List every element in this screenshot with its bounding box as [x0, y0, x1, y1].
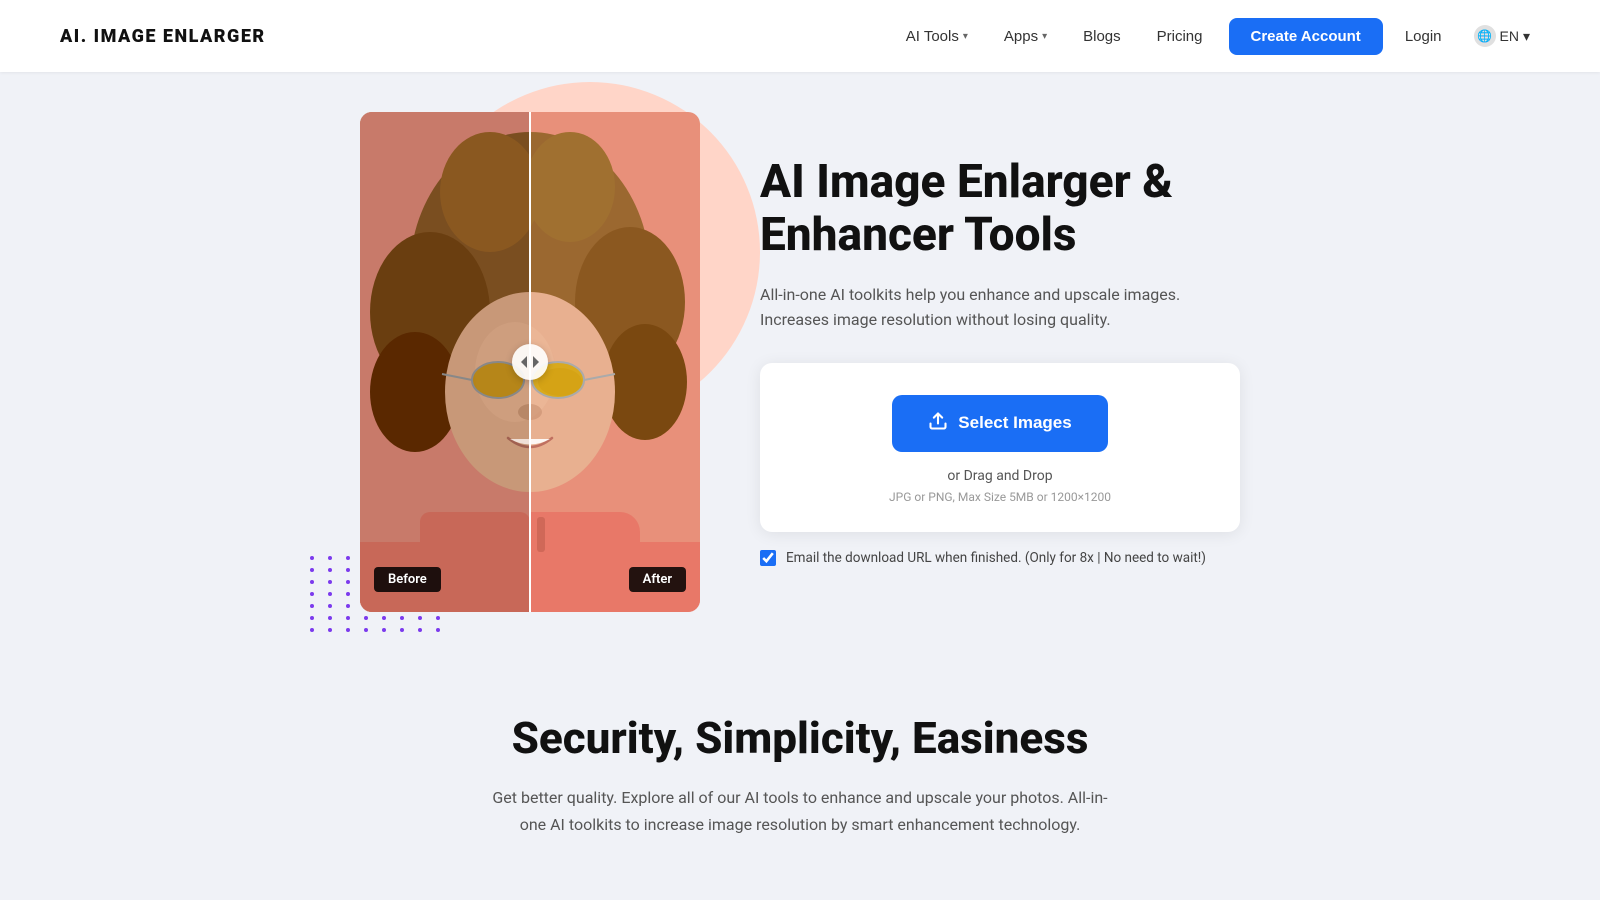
- comparison-handle[interactable]: [512, 344, 548, 380]
- ai-tools-label: AI Tools: [906, 28, 959, 45]
- after-label: After: [629, 567, 686, 592]
- hero-title: AI Image Enlarger & Enhancer Tools: [760, 156, 1240, 262]
- hero-text-content: AI Image Enlarger & Enhancer Tools All-i…: [760, 156, 1240, 568]
- login-button[interactable]: Login: [1391, 20, 1456, 53]
- upload-box: Select Images or Drag and Drop JPG or PN…: [760, 363, 1240, 532]
- blogs-label: Blogs: [1083, 28, 1121, 45]
- nav-pricing[interactable]: Pricing: [1143, 20, 1217, 53]
- image-comparison-wrapper: Before After: [360, 112, 700, 612]
- image-before: [360, 112, 530, 612]
- image-comparison: Before After: [360, 112, 700, 612]
- brand-logo: AI. IMAGE ENLARGER: [60, 26, 266, 47]
- nav-links: AI Tools ▾ Apps ▾ Blogs Pricing Create A…: [892, 18, 1540, 55]
- nav-apps[interactable]: Apps ▾: [990, 20, 1061, 53]
- features-title: Security, Simplicity, Easiness: [60, 712, 1540, 764]
- email-checkbox[interactable]: [760, 550, 776, 566]
- language-selector[interactable]: 🌐 EN ▾: [1464, 19, 1540, 53]
- create-account-button[interactable]: Create Account: [1229, 18, 1383, 55]
- navbar: AI. IMAGE ENLARGER AI Tools ▾ Apps ▾ Blo…: [0, 0, 1600, 72]
- apps-chevron: ▾: [1042, 31, 1047, 42]
- apps-label: Apps: [1004, 28, 1038, 45]
- ai-tools-chevron: ▾: [963, 31, 968, 42]
- globe-icon: 🌐: [1474, 25, 1496, 47]
- features-subtitle: Get better quality. Explore all of our A…: [480, 784, 1120, 838]
- hero-section: Before After AI Image Enlarger & Enhance…: [200, 72, 1400, 672]
- features-section: Security, Simplicity, Easiness Get bette…: [0, 672, 1600, 858]
- upload-icon: [928, 411, 948, 436]
- lang-code: EN: [1500, 28, 1519, 44]
- hero-subtitle: All-in-one AI toolkits help you enhance …: [760, 282, 1240, 333]
- nav-ai-tools[interactable]: AI Tools ▾: [892, 20, 982, 53]
- email-checkbox-label: Email the download URL when finished. (O…: [786, 548, 1206, 568]
- nav-blogs[interactable]: Blogs: [1069, 20, 1135, 53]
- file-info-text: JPG or PNG, Max Size 5MB or 1200×1200: [784, 490, 1216, 504]
- select-images-label: Select Images: [958, 413, 1071, 433]
- before-label: Before: [374, 567, 441, 592]
- lang-chevron: ▾: [1523, 28, 1530, 45]
- pricing-label: Pricing: [1157, 28, 1203, 45]
- email-checkbox-row: Email the download URL when finished. (O…: [760, 548, 1240, 568]
- drag-drop-text: or Drag and Drop: [784, 468, 1216, 484]
- select-images-button[interactable]: Select Images: [892, 395, 1107, 452]
